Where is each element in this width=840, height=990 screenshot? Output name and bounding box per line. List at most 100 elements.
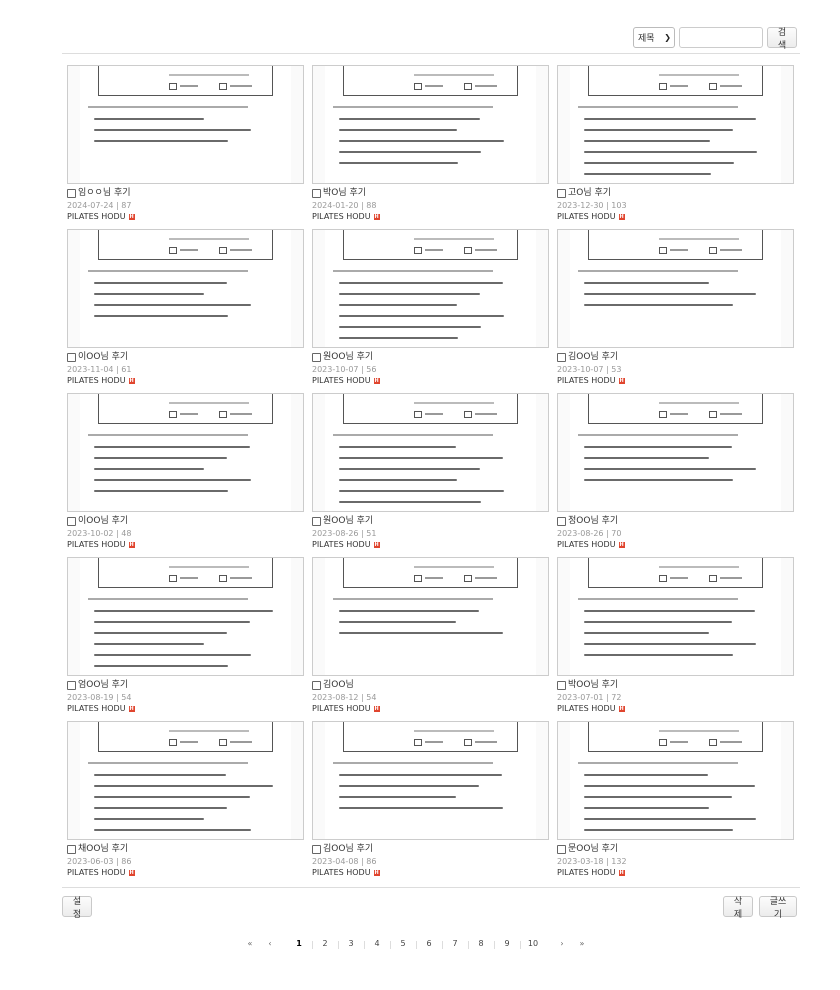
post-thumbnail[interactable] (67, 721, 304, 840)
post-checkbox[interactable] (312, 517, 321, 526)
page-number-link[interactable]: 5 (390, 939, 416, 949)
post-title-row: 이OO님 후기 (67, 515, 304, 528)
page-number-link[interactable]: 7 (442, 939, 468, 949)
search-field-select[interactable]: 제목 ❯ (633, 27, 675, 48)
last-page-button[interactable]: » (572, 939, 592, 948)
page-numbers: 1 2 3 4 5 6 7 8 9 10 (286, 939, 546, 949)
post-author: PILATES HODU (67, 704, 126, 713)
scanned-form-image (325, 722, 536, 839)
post-checkbox[interactable] (312, 845, 321, 854)
divider (62, 53, 800, 54)
post-card: 박OO님 후기 2023-07-01 | 72 PILATES HODU H (557, 557, 794, 721)
post-author: PILATES HODU (67, 376, 126, 385)
post-thumbnail[interactable] (557, 393, 794, 512)
post-author-row: PILATES HODU H (67, 539, 304, 550)
prev-page-button[interactable]: ‹ (260, 939, 280, 948)
search-button[interactable]: 검색 (767, 27, 797, 51)
post-thumbnail[interactable] (67, 393, 304, 512)
post-checkbox[interactable] (67, 189, 76, 198)
post-checkbox[interactable] (312, 681, 321, 690)
post-thumbnail[interactable] (67, 229, 304, 348)
post-meta: 2023-08-19 | 54 (67, 693, 132, 702)
post-thumbnail[interactable] (67, 65, 304, 184)
post-checkbox[interactable] (67, 845, 76, 854)
page-number-link[interactable]: 9 (494, 939, 520, 949)
post-author: PILATES HODU (312, 212, 371, 221)
post-title[interactable]: 김OO님 후기 (323, 843, 373, 856)
scanned-form-image (570, 558, 781, 675)
post-thumbnail[interactable] (312, 721, 549, 840)
post-meta: 2023-08-12 | 54 (312, 693, 377, 702)
next-page-button[interactable]: › (552, 939, 572, 948)
post-thumbnail[interactable] (557, 557, 794, 676)
post-thumbnail[interactable] (312, 229, 549, 348)
post-title[interactable]: 고O님 후기 (568, 187, 611, 200)
post-thumbnail[interactable] (67, 557, 304, 676)
post-checkbox[interactable] (312, 353, 321, 362)
post-checkbox[interactable] (67, 517, 76, 526)
post-title[interactable]: 임ㅇㅇ님 후기 (78, 187, 131, 200)
post-checkbox[interactable] (67, 353, 76, 362)
post-checkbox[interactable] (557, 189, 566, 198)
post-thumbnail[interactable] (557, 229, 794, 348)
post-title[interactable]: 김OO님 (323, 679, 354, 692)
post-title[interactable]: 박O님 후기 (323, 187, 366, 200)
post-checkbox[interactable] (557, 517, 566, 526)
post-title[interactable]: 채OO님 후기 (78, 843, 128, 856)
post-title[interactable]: 원OO님 후기 (323, 351, 373, 364)
post-author-row: PILATES HODU H (557, 703, 794, 714)
post-card: 원OO님 후기 2023-10-07 | 56 PILATES HODU H (312, 229, 549, 393)
post-author-row: PILATES HODU H (312, 375, 549, 386)
post-title-row: 원OO님 후기 (312, 351, 549, 364)
new-badge-icon: H (128, 869, 135, 876)
scanned-form-image (80, 558, 291, 675)
post-thumbnail[interactable] (557, 721, 794, 840)
post-title[interactable]: 문OO님 후기 (568, 843, 618, 856)
post-card: 김OO님 후기 2023-04-08 | 86 PILATES HODU H (312, 721, 549, 885)
post-author-row: PILATES HODU H (67, 867, 304, 878)
first-page-button[interactable]: « (240, 939, 260, 948)
post-title-row: 김OO님 후기 (557, 351, 794, 364)
post-author: PILATES HODU (312, 868, 371, 877)
new-badge-icon: H (128, 541, 135, 548)
post-title[interactable]: 이OO님 후기 (78, 351, 128, 364)
post-checkbox[interactable] (557, 845, 566, 854)
delete-button[interactable]: 삭제 (723, 896, 753, 920)
page-number-link[interactable]: 8 (468, 939, 494, 949)
post-title-row: 임ㅇㅇ님 후기 (67, 187, 304, 200)
post-author: PILATES HODU (557, 704, 616, 713)
page-number-link[interactable]: 10 (520, 939, 546, 949)
page-number-link[interactable]: 1 (286, 939, 312, 948)
scanned-form-image (570, 722, 781, 839)
post-thumbnail[interactable] (312, 65, 549, 184)
post-title-row: 박OO님 후기 (557, 679, 794, 692)
post-author: PILATES HODU (557, 540, 616, 549)
post-card: 김OO님 후기 2023-10-07 | 53 PILATES HODU H (557, 229, 794, 393)
page-number-link[interactable]: 6 (416, 939, 442, 949)
post-title[interactable]: 원OO님 후기 (323, 515, 373, 528)
post-checkbox[interactable] (312, 189, 321, 198)
write-button[interactable]: 글쓰기 (759, 896, 797, 920)
page-number-link[interactable]: 2 (312, 939, 338, 949)
page-number-link[interactable]: 3 (338, 939, 364, 949)
search-input[interactable] (679, 27, 763, 48)
post-author-row: PILATES HODU H (312, 703, 549, 714)
post-checkbox[interactable] (557, 681, 566, 690)
post-author-row: PILATES HODU H (67, 211, 304, 222)
new-badge-icon: H (128, 705, 135, 712)
post-checkbox[interactable] (67, 681, 76, 690)
page-number-link[interactable]: 4 (364, 939, 390, 949)
post-author-row: PILATES HODU H (557, 211, 794, 222)
post-title[interactable]: 엄OO님 후기 (78, 679, 128, 692)
post-checkbox[interactable] (557, 353, 566, 362)
post-title[interactable]: 김OO님 후기 (568, 351, 618, 364)
post-title[interactable]: 박OO님 후기 (568, 679, 618, 692)
post-title[interactable]: 이OO님 후기 (78, 515, 128, 528)
post-title[interactable]: 정OO님 후기 (568, 515, 618, 528)
post-thumbnail[interactable] (312, 557, 549, 676)
post-author: PILATES HODU (312, 540, 371, 549)
post-thumbnail[interactable] (312, 393, 549, 512)
settings-button[interactable]: 설정 (62, 896, 92, 920)
post-thumbnail[interactable] (557, 65, 794, 184)
new-badge-icon: H (618, 705, 625, 712)
